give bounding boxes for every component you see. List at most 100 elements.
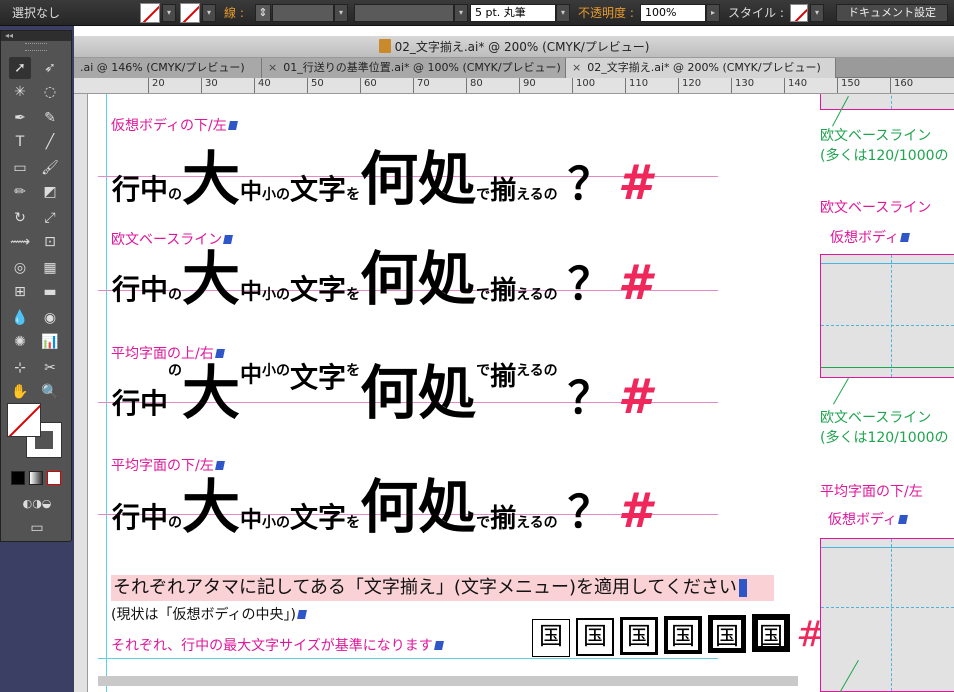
drawing-mode-icon[interactable]: ◐◑◒ [7,493,67,515]
stroke-swatch[interactable] [180,3,200,23]
kanji-weight-samples: 国国国国国国 # [532,614,826,657]
diagram-label: (多くは120/1000の [820,430,949,446]
fill-swatch[interactable] [7,403,41,437]
type-tool-icon[interactable]: T [9,131,31,153]
chevron-right-icon[interactable]: ▸ [706,4,720,22]
scale-tool-icon[interactable]: ⤢ [39,207,61,229]
eraser-icon[interactable]: ◩ [39,181,61,203]
close-icon[interactable]: × [268,61,277,74]
document-tabs: .ai @ 146% (CMYK/プレビュー) × 01_行送りの基準位置.ai*… [74,58,954,78]
paragraph-marker-icon [900,233,910,242]
style-swatch[interactable] [790,4,808,22]
blend-tool-icon[interactable]: ◉ [39,307,61,329]
slice-tool-icon[interactable]: ✂ [39,357,61,379]
gradient-tool-icon[interactable]: ▬ [39,281,61,303]
stroke-weight-field[interactable] [272,4,334,22]
symbol-sprayer-icon[interactable]: ✺ [9,331,31,353]
opacity-label[interactable]: 不透明度 : [578,4,634,22]
sample-line-2: 行中の大中小の文字を何処で揃えるの？ # [112,245,652,313]
gradient-mode-icon[interactable] [29,471,43,485]
chevron-down-icon[interactable]: ▾ [810,4,824,22]
diagram-frame [820,538,954,692]
ruler-label: 20 [148,78,165,93]
curvature-tool-icon[interactable]: ✎ [39,107,61,129]
chevron-down-icon[interactable]: ▾ [334,4,348,22]
line-tool-icon[interactable]: ╱ [39,131,61,153]
chevron-down-icon[interactable]: ▾ [556,4,570,22]
fill-swatch[interactable] [140,3,160,23]
stroke-stepper[interactable]: ⇕ [255,4,271,22]
direct-selection-tool-icon[interactable]: ➶ [39,57,61,79]
paragraph-marker-icon [433,641,444,650]
artboard-canvas[interactable]: 仮想ボディの下/左 行中の大中小の文字を何処で揃えるの？ # 欧文ベースライン 行… [88,94,954,692]
brush-definition[interactable]: 5 pt. 丸筆 [470,4,556,22]
free-transform-icon[interactable]: ⊡ [39,231,61,253]
lasso-icon[interactable]: ◌ [39,81,61,103]
width-tool-icon[interactable]: ⟿ [9,231,31,253]
diagram-label: 平均字面の下/左 [820,484,923,500]
screen-mode-icon[interactable]: ▭ [23,517,51,539]
opacity-field[interactable]: 100% [640,4,706,22]
diagram-label: 欧文ベースライン [820,128,932,144]
ruler-label: 60 [360,78,377,93]
section-label: 平均字面の下/左 [111,458,225,474]
tab-doc-2[interactable]: × 01_行送りの基準位置.ai* @ 100% (CMYK/プレビュー) [262,58,566,78]
diagram-frame [820,94,954,110]
mesh-tool-icon[interactable]: ⊞ [9,281,31,303]
diagram-label: 欧文ベースライン [820,410,932,426]
guide-horizontal [98,658,718,659]
paragraph-marker-icon [296,610,307,619]
tools-panel: ◂◂ ➚ ➶ ✳ ◌ ✒ ✎ T ╱ ▭ 🖌 ✏ ◩ ↻ ⤢ ⟿ ⊡ ◎ ▦ ⊞… [0,30,72,542]
ruler-label: 130 [731,78,754,93]
diagram-label: 欧文ベースライン [820,200,932,216]
ruler-label: 80 [466,78,483,93]
panel-collapse-icon[interactable]: ◂◂ [1,31,71,41]
fill-stroke-control[interactable] [7,403,65,461]
variable-width-profile[interactable] [354,4,454,22]
artboard-tool-icon[interactable]: ⊹ [9,357,31,379]
paintbrush-icon[interactable]: 🖌 [39,157,61,179]
hand-tool-icon[interactable]: ✋ [9,381,31,403]
selection-tool-icon[interactable]: ➚ [9,57,31,79]
text-cursor-icon [738,579,747,597]
paragraph-marker-icon [223,235,234,244]
tab-doc-3[interactable]: × 02_文字揃え.ai* @ 200% (CMYK/プレビュー) [566,58,836,78]
graph-tool-icon[interactable]: 📊 [39,331,61,353]
zoom-tool-icon[interactable]: 🔍 [39,381,61,403]
pen-tool-icon[interactable]: ✒ [9,107,31,129]
style-label: スタイル : [728,6,784,20]
ruler-label: 70 [413,78,430,93]
shape-builder-icon[interactable]: ◎ [9,257,31,279]
status-note: (現状は「仮想ボディの中央」) [111,604,307,624]
tab-doc-1[interactable]: .ai @ 146% (CMYK/プレビュー) [74,58,262,78]
section-label: 仮想ボディの下/左 [111,118,238,134]
ruler-label: 140 [784,78,807,93]
magic-wand-icon[interactable]: ✳ [9,81,31,103]
rotate-tool-icon[interactable]: ↻ [9,207,31,229]
horizontal-ruler[interactable]: 20 30 40 50 60 70 80 90 100 110 120 130 … [74,78,954,94]
close-icon[interactable]: × [572,61,581,74]
ruler-label: 90 [519,78,536,93]
rectangle-tool-icon[interactable]: ▭ [9,157,31,179]
instruction-note[interactable]: それぞれアタマに記してある「文字揃え」(文字メニュー)を適用してください [111,575,774,601]
chevron-down-icon[interactable]: ▾ [454,4,468,22]
sample-line-1: 行中の大中小の文字を何処で揃えるの？ # [112,145,652,213]
none-mode-icon[interactable] [47,471,61,485]
eyedropper-icon[interactable]: 💧 [9,307,31,329]
perspective-grid-icon[interactable]: ▦ [39,257,61,279]
leader-line [833,378,849,405]
ruler-label: 40 [254,78,271,93]
panel-grip[interactable] [25,43,47,51]
diagram-label: 仮想ボディ [828,512,908,528]
paragraph-marker-icon [214,461,225,470]
chevron-down-icon[interactable]: ▾ [202,4,216,22]
divider [98,676,798,686]
ruler-label: 120 [678,78,701,93]
pencil-icon[interactable]: ✏ [9,181,31,203]
color-mode-icon[interactable] [11,471,25,485]
guide-vertical [106,94,107,692]
vertical-ruler[interactable] [74,94,88,692]
control-bar: 選択なし ▾ ▾ 線 : ⇕ ▾ ▾ 5 pt. 丸筆 ▾ 不透明度 : 100… [0,0,954,26]
document-setup-button[interactable]: ドキュメント設定 [836,4,948,22]
chevron-down-icon[interactable]: ▾ [162,4,176,22]
